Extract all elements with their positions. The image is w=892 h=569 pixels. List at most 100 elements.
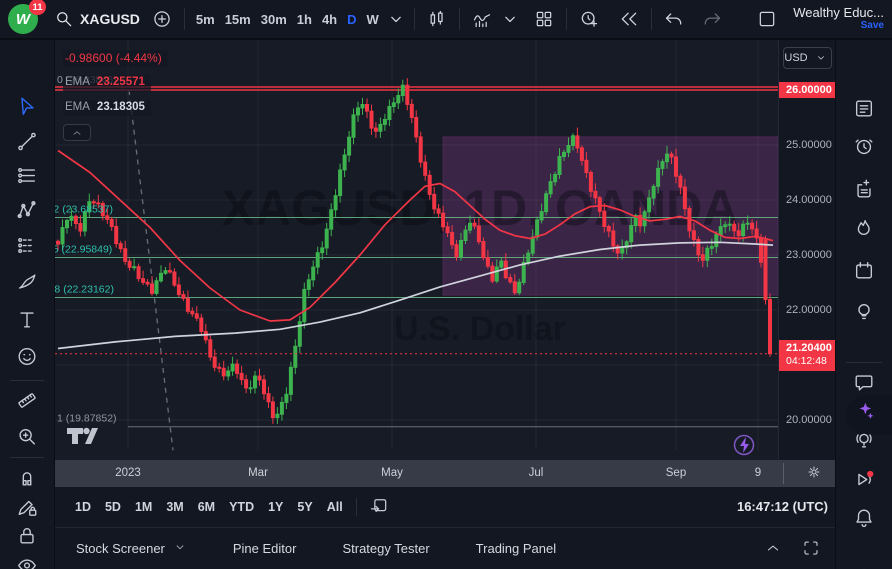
price-chart[interactable]: XAGUSD, 1D, OANDAU.S. Dollar0 (26.03846)…	[55, 40, 778, 460]
chevron-up-icon	[71, 127, 83, 139]
redo-button[interactable]	[696, 5, 728, 33]
indicators-button[interactable]	[466, 5, 498, 33]
ema-slow-row[interactable]: EMA 23.18305	[63, 100, 151, 117]
save-layout-checkbox[interactable]	[751, 5, 783, 33]
timeframe-4h[interactable]: 4h	[317, 5, 342, 33]
timeframe-5m[interactable]: 5m	[191, 5, 220, 33]
alerts-clock-panel-button[interactable]	[849, 132, 879, 165]
brush-tool-button[interactable]	[12, 268, 42, 301]
object-tree-layers-panel-button[interactable]	[849, 562, 879, 569]
zoom-in-tool-button[interactable]	[12, 422, 42, 455]
create-alert-button[interactable]	[573, 5, 605, 33]
fib-lines-tool-button[interactable]	[12, 161, 42, 194]
text-icon	[16, 319, 38, 334]
zoom-in-icon	[16, 436, 38, 451]
text-tool-button[interactable]	[12, 305, 42, 338]
tab-trading-panel[interactable]: Trading Panel	[470, 540, 562, 557]
time-axis[interactable]: 2023MarMayJulSep9	[55, 460, 835, 487]
timeframe-1h[interactable]: 1h	[292, 5, 317, 33]
xabcd-pattern-tool-button[interactable]	[12, 196, 42, 229]
layout-grid-button[interactable]	[528, 5, 560, 33]
emoji-icon	[16, 356, 38, 371]
chart-type-button[interactable]	[421, 5, 453, 33]
streams-bulb-panel-button[interactable]	[849, 425, 879, 458]
timeframe-W[interactable]: W	[362, 5, 384, 33]
tradingview-app: W 11 XAGUSD 5m15m30m1h4hDW	[0, 0, 892, 569]
tab-pine-editor[interactable]: Pine Editor	[227, 540, 303, 557]
chevron-down-icon	[500, 9, 520, 29]
range-1m-button[interactable]: 1M	[128, 496, 159, 518]
bar-countdown: 04:12:48	[786, 355, 836, 368]
range-5y-button[interactable]: 5Y	[290, 496, 319, 518]
live-play-panel-button[interactable]	[849, 465, 879, 498]
lock-all-tool-button[interactable]	[12, 521, 42, 554]
hide-drawings-tool-button[interactable]	[12, 551, 42, 569]
go-to-date-button[interactable]	[363, 494, 395, 521]
watchlist-panel-button[interactable]	[849, 94, 879, 127]
emoji-tool-button[interactable]	[12, 342, 42, 375]
top-toolbar: W 11 XAGUSD 5m15m30m1h4hDW	[0, 0, 892, 40]
notifications-bell-panel-button[interactable]	[849, 503, 879, 536]
bar-replay-button[interactable]	[613, 5, 645, 33]
hide-drawings-icon	[16, 565, 38, 569]
ai-sparkles-icon	[853, 410, 875, 425]
server-clock[interactable]: 16:47:12 (UTC)	[737, 487, 828, 527]
indicator-templates-button[interactable]	[498, 5, 522, 33]
boost-button[interactable]	[735, 436, 754, 455]
range-3m-button[interactable]: 3M	[159, 496, 190, 518]
broker-logo[interactable]: W 11	[6, 2, 44, 36]
journal-plus-panel-button[interactable]	[849, 174, 879, 207]
lock-all-icon	[16, 535, 38, 550]
date-range-row: 1D5D1M3M6MYTD1Y5YAll 16:47:12 (UTC)	[55, 487, 835, 527]
calendar-panel-button[interactable]	[849, 256, 879, 289]
chart-settings-button[interactable]	[796, 461, 832, 486]
ruler-tool-button[interactable]	[12, 386, 42, 419]
timeframe-D[interactable]: D	[342, 5, 361, 33]
cursor-tool-button[interactable]	[12, 92, 42, 125]
timeframe-15m[interactable]: 15m	[220, 5, 256, 33]
chevron-down-icon	[815, 51, 827, 65]
timeframe-30m[interactable]: 30m	[256, 5, 292, 33]
fib-lines-icon	[16, 175, 38, 190]
drawing-toolbar	[0, 40, 55, 569]
fib-label: 0.5 (22.95849)	[55, 243, 112, 255]
layout-name-block[interactable]: Wealthy Educ... Save	[793, 6, 884, 32]
symbol-change-row[interactable]: -0.98600 (-4.44%)	[63, 50, 168, 67]
legend-collapse-button[interactable]	[63, 124, 91, 141]
undo-arrow-icon	[664, 9, 684, 29]
time-tick-label: 9	[755, 460, 761, 487]
magnet-tool-button[interactable]	[12, 462, 42, 495]
ideas-panel-button[interactable]	[849, 297, 879, 330]
toolbar-divider	[184, 8, 185, 30]
save-link[interactable]: Save	[861, 19, 884, 32]
range-all-button[interactable]: All	[320, 496, 350, 518]
trend-line-tool-button[interactable]	[12, 127, 42, 160]
range-6m-button[interactable]: 6M	[191, 496, 222, 518]
plus-circle-icon	[152, 9, 172, 29]
panel-expand-button[interactable]	[762, 537, 784, 562]
calendar-icon	[853, 270, 875, 285]
fib-label: 0.382 (23.68537)	[55, 203, 113, 215]
cursor-icon	[16, 106, 38, 121]
range-1d-button[interactable]: 1D	[68, 496, 98, 518]
fullscreen-button[interactable]	[800, 537, 822, 562]
compare-add-symbol-button[interactable]	[146, 5, 178, 33]
timeframe-menu-button[interactable]	[384, 5, 408, 33]
tab-strategy-tester[interactable]: Strategy Tester	[336, 540, 435, 557]
range-1y-button[interactable]: 1Y	[261, 496, 290, 518]
range-5d-button[interactable]: 5D	[98, 496, 128, 518]
price-axis[interactable]: USD 26.0000025.0000024.0000023.0000022.0…	[778, 40, 835, 460]
ema-fast-row[interactable]: EMA 23.25571	[63, 75, 151, 92]
symbol-name: XAGUSD	[80, 11, 140, 27]
forecast-tool-button[interactable]	[12, 231, 42, 264]
tab-stock-screener[interactable]: Stock Screener	[70, 539, 193, 558]
toolbar-divider	[459, 8, 460, 30]
indicator-value: 23.25571	[97, 77, 145, 89]
hotlist-flame-panel-button[interactable]	[849, 214, 879, 247]
price-tick-label: 23.00000	[779, 247, 836, 263]
currency-selector[interactable]: USD	[783, 47, 832, 69]
range-ytd-button[interactable]: YTD	[222, 496, 261, 518]
symbol-search-button[interactable]: XAGUSD	[48, 5, 146, 33]
undo-button[interactable]	[658, 5, 690, 33]
hotlist-flame-icon	[853, 228, 875, 243]
